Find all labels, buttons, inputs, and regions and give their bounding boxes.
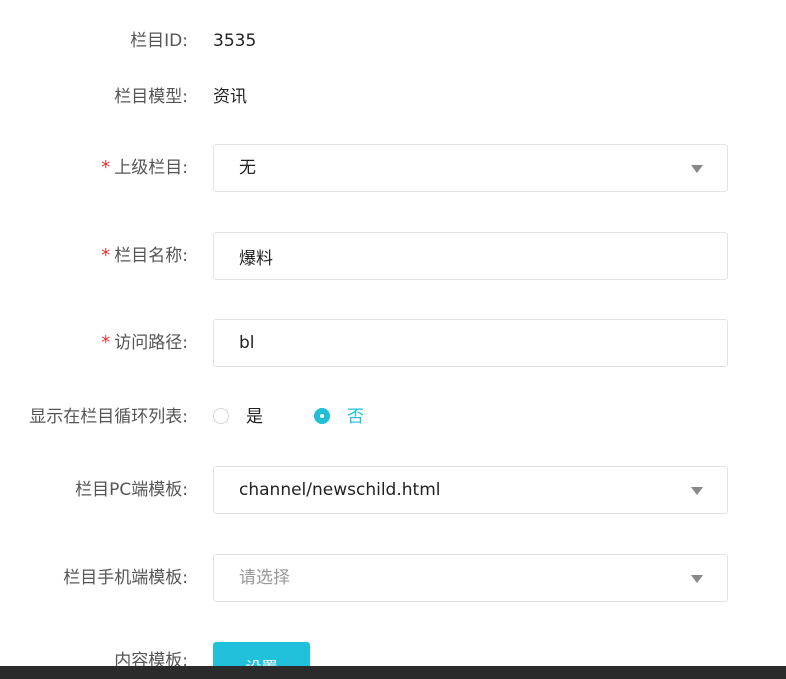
column-name-field-box bbox=[213, 232, 728, 280]
mobile-template-label: 栏目手机端模板: bbox=[63, 568, 188, 588]
column-id-label: 栏目ID: bbox=[130, 31, 188, 51]
required-mark: * bbox=[101, 332, 111, 353]
chevron-down-icon bbox=[691, 165, 703, 173]
column-model-label: 栏目模型: bbox=[114, 87, 188, 107]
column-model-value: 资讯 bbox=[213, 87, 247, 107]
pc-template-label: 栏目PC端模板: bbox=[75, 480, 188, 500]
radio-option-no-label: 否 bbox=[347, 407, 364, 427]
parent-column-label: * 上级栏目: bbox=[101, 157, 188, 179]
pc-template-select[interactable]: channel/newschild.html bbox=[213, 466, 728, 514]
radio-icon bbox=[314, 408, 330, 424]
parent-column-label-text: 上级栏目: bbox=[114, 158, 188, 178]
column-name-input[interactable] bbox=[214, 233, 679, 279]
mobile-template-placeholder: 请选择 bbox=[239, 568, 290, 588]
column-edit-form: 栏目ID: 3535 栏目模型: 资讯 *上级栏目: 无 *栏目名称: *访问路… bbox=[0, 0, 786, 679]
access-path-label: * 访问路径: bbox=[101, 332, 188, 354]
mobile-template-select[interactable]: 请选择 bbox=[213, 554, 728, 602]
column-name-label-text: 栏目名称: bbox=[114, 246, 188, 266]
radio-option-yes-label: 是 bbox=[246, 407, 263, 427]
access-path-input[interactable] bbox=[214, 320, 679, 366]
column-name-label: * 栏目名称: bbox=[101, 245, 188, 267]
show-in-loop-label: 显示在栏目循环列表: bbox=[29, 407, 188, 427]
access-path-field-box bbox=[213, 319, 728, 367]
chevron-down-icon bbox=[691, 487, 703, 495]
chevron-down-icon bbox=[691, 575, 703, 583]
bottom-bar bbox=[0, 666, 786, 679]
parent-column-select[interactable]: 无 bbox=[213, 144, 728, 192]
radio-icon bbox=[213, 408, 229, 424]
required-mark: * bbox=[101, 245, 111, 266]
parent-column-selected-value: 无 bbox=[239, 158, 256, 178]
access-path-label-text: 访问路径: bbox=[114, 333, 188, 353]
column-id-value: 3535 bbox=[213, 31, 257, 51]
pc-template-selected-value: channel/newschild.html bbox=[239, 480, 441, 500]
required-mark: * bbox=[101, 157, 111, 178]
